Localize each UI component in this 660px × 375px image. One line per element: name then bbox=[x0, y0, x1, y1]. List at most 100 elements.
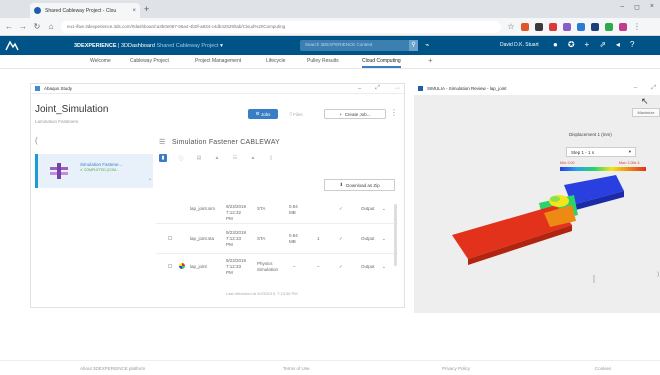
row-status: Output bbox=[361, 236, 375, 241]
tag-icon[interactable]: ⌁ bbox=[425, 41, 429, 49]
extension-icon[interactable] bbox=[521, 22, 529, 31]
dashboard-tabs: Welcome Cableway Project Project Managem… bbox=[0, 55, 660, 69]
extension-icon[interactable] bbox=[619, 22, 627, 31]
minimize-widget-icon[interactable]: – bbox=[358, 86, 361, 92]
browser-menu-icon[interactable]: ⋮ bbox=[633, 22, 641, 31]
tab-cloud-computing[interactable]: Cloud Computing bbox=[362, 58, 401, 68]
back-icon[interactable]: ← bbox=[5, 22, 13, 31]
lap-joint-model[interactable] bbox=[444, 175, 644, 285]
simulation-list: ( Simulation Fastene... ✔ COMPLETED (COM… bbox=[35, 136, 153, 306]
tab-project-management[interactable]: Project Management bbox=[195, 58, 241, 64]
home-icon[interactable]: ⌂ bbox=[47, 22, 55, 31]
chevron-left-icon[interactable]: ( bbox=[35, 136, 38, 145]
search-input[interactable]: Search 3DEXPERIENCE Content bbox=[300, 40, 418, 51]
add-tab-icon[interactable]: + bbox=[428, 56, 433, 65]
table-scrollbar[interactable] bbox=[394, 204, 397, 266]
maximize-button[interactable]: Maximize bbox=[632, 108, 660, 117]
extension-icon[interactable] bbox=[591, 22, 599, 31]
reload-icon[interactable]: ↻ bbox=[33, 22, 41, 31]
document-icon[interactable]: ▮ bbox=[159, 154, 167, 162]
table-row[interactable]: lap_joint.sta 9/23/2019 7:12:33 PM STA 0… bbox=[156, 228, 398, 254]
share-icon[interactable]: ⇗ bbox=[599, 40, 606, 49]
minimize-widget-icon[interactable]: – bbox=[634, 85, 637, 91]
notifications-icon[interactable]: ● bbox=[553, 40, 558, 49]
table-row[interactable]: lap_joint 9/23/2019 7:12:33 PM Physics S… bbox=[156, 256, 398, 282]
chevron-down-icon: ▾ bbox=[628, 149, 631, 154]
download-icon: ⬇ bbox=[339, 182, 344, 187]
privacy-link[interactable]: Privacy Policy bbox=[442, 366, 470, 371]
row-date: 9/23/2019 7:12:32 PM bbox=[226, 204, 247, 221]
bookmark-star-icon[interactable]: ☆ bbox=[507, 22, 515, 31]
list-item[interactable]: Simulation Fastene... ✔ COMPLETED (COM..… bbox=[35, 154, 153, 188]
extension-icon[interactable] bbox=[535, 22, 543, 31]
row-count: – bbox=[317, 264, 320, 269]
cursor-icon: ↖ bbox=[641, 96, 649, 106]
new-tab-button[interactable]: + bbox=[144, 4, 149, 14]
3ds-compass-logo-icon[interactable] bbox=[0, 36, 24, 55]
address-bar: ← → ↻ ⌂ eu1-ifwe.3dexperience.3ds.com/#d… bbox=[0, 18, 660, 36]
row-name: lap_joint.sim bbox=[190, 206, 216, 211]
row-count: 1 bbox=[317, 236, 320, 241]
widget-title: Abaqus Study bbox=[44, 86, 73, 91]
warning-icon[interactable]: ▲ bbox=[213, 154, 221, 162]
tab-cableway-project[interactable]: Cableway Project bbox=[130, 58, 169, 64]
step-select[interactable]: Step 1 - 1 s ▾ bbox=[566, 147, 636, 157]
close-window-icon[interactable]: × bbox=[650, 3, 654, 11]
search-icon[interactable]: ⚲ bbox=[409, 40, 418, 51]
tab-pulley-results[interactable]: Pulley Results bbox=[307, 58, 339, 64]
alert-icon[interactable]: ▲ bbox=[249, 154, 257, 162]
files-button[interactable]: ▯ Files bbox=[281, 109, 311, 119]
row-status: Output bbox=[361, 264, 375, 269]
help-icon[interactable]: ? bbox=[630, 40, 634, 49]
platform-brand: 3DEXPERIENCE | 3DDashboard Shared Cablew… bbox=[74, 42, 223, 49]
jobs-button[interactable]: ⚙ Jobs bbox=[248, 109, 278, 119]
user-name[interactable]: David D.K. Stuart bbox=[500, 42, 539, 48]
chevron-down-icon[interactable]: ⌄ bbox=[382, 264, 386, 270]
create-job-button[interactable]: + Create Job... bbox=[324, 109, 386, 119]
list-icon[interactable]: ☰ bbox=[159, 138, 165, 146]
row-type: STA bbox=[257, 236, 266, 241]
extension-icon[interactable] bbox=[605, 22, 613, 31]
file-icon[interactable]: ▯ bbox=[267, 154, 275, 162]
widget-title: SIMULIA - Simulation Review - lap_joint bbox=[427, 85, 507, 91]
terms-link[interactable]: Terms of Use bbox=[283, 366, 310, 371]
extension-icon[interactable] bbox=[563, 22, 571, 31]
expand-widget-icon[interactable]: ⤢ bbox=[651, 85, 656, 92]
url-field[interactable]: eu1-ifwe.3dexperience.3ds.com/#dashboard… bbox=[61, 20, 501, 33]
checkmark-icon: ✓ bbox=[339, 236, 343, 241]
detail-toolbar: ▮ ⓘ ▤ ▲ ☷ ▲ ▯ bbox=[159, 154, 275, 162]
download-zip-button[interactable]: ⬇ Download as Zip bbox=[324, 179, 395, 191]
dashboard-name[interactable]: Shared Cableway Project bbox=[156, 43, 218, 49]
close-tab-icon[interactable]: × bbox=[132, 8, 136, 14]
chevron-down-icon[interactable]: ▾ bbox=[220, 43, 223, 49]
3d-viewer[interactable]: Maximize ↖ Displacement 1 (mm) Step 1 - … bbox=[414, 95, 660, 313]
social-icon[interactable]: ◂ bbox=[616, 40, 620, 49]
chevron-down-icon[interactable]: ⌄ bbox=[148, 176, 152, 182]
restore-icon[interactable]: ◻ bbox=[634, 3, 640, 11]
simulation-name: Simulation Fastene... bbox=[80, 162, 123, 167]
expand-widget-icon[interactable]: ⤢ bbox=[375, 85, 380, 92]
chevron-down-icon[interactable]: ⌄ bbox=[382, 236, 386, 242]
chevron-down-icon[interactable]: ⌄ bbox=[382, 206, 386, 212]
about-link[interactable]: About 3DEXPERIENCE platform bbox=[80, 366, 145, 371]
add-icon[interactable]: + bbox=[585, 40, 590, 49]
extension-icon[interactable] bbox=[577, 22, 585, 31]
checkmark-icon: ✓ bbox=[339, 264, 343, 269]
cookies-link[interactable]: Cookies bbox=[595, 366, 611, 371]
info-icon[interactable]: ⓘ bbox=[177, 154, 185, 162]
table-row[interactable]: lap_joint.sim 9/23/2019 7:12:32 PM STA 0… bbox=[156, 204, 398, 224]
forward-icon[interactable]: → bbox=[19, 22, 27, 31]
create-job-label: Create Job... bbox=[344, 111, 371, 117]
resize-handle-icon[interactable]: ⟩ bbox=[657, 271, 659, 278]
extension-icon[interactable] bbox=[549, 22, 557, 31]
browser-tab[interactable]: Shared Cableway Project - Clou × bbox=[30, 3, 140, 18]
id-icon[interactable]: ▤ bbox=[195, 154, 203, 162]
compass-icon[interactable]: ✪ bbox=[568, 40, 575, 49]
tab-lifecycle[interactable]: Lifecycle bbox=[266, 58, 285, 64]
more-options-icon[interactable]: ⋮ bbox=[390, 108, 398, 117]
widget-menu-icon[interactable]: ⋯ bbox=[394, 85, 400, 92]
tab-welcome[interactable]: Welcome bbox=[90, 58, 111, 64]
row-divider bbox=[156, 253, 398, 254]
table-icon[interactable]: ☷ bbox=[231, 154, 239, 162]
minimize-icon[interactable]: – bbox=[620, 3, 624, 11]
